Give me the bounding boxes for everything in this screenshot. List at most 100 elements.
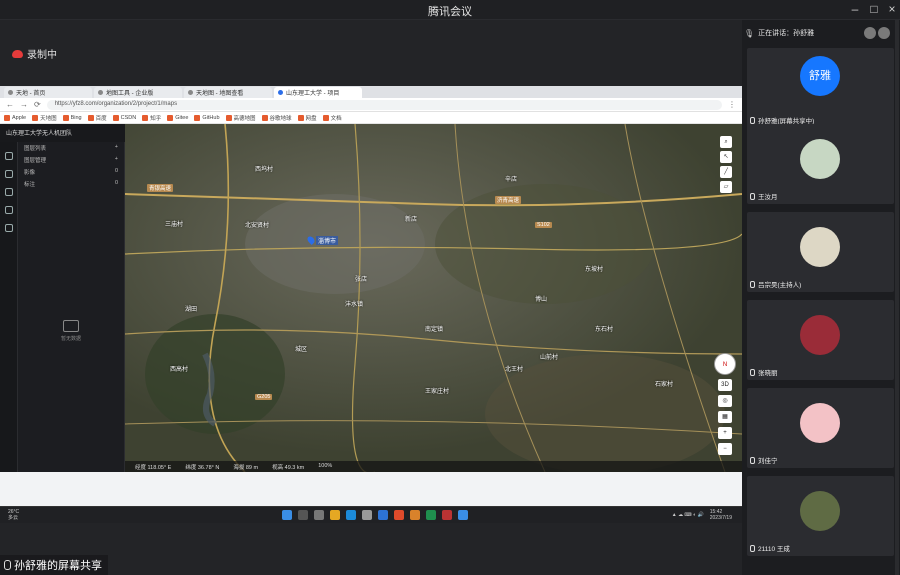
tab-favicon-icon <box>278 90 283 95</box>
bookmark-item[interactable]: Bing <box>62 114 82 121</box>
add-layer-button[interactable]: + <box>115 144 118 152</box>
search-icon[interactable] <box>298 510 308 520</box>
layers-icon[interactable] <box>4 152 13 160</box>
bookmark-item[interactable]: Gitee <box>167 114 188 121</box>
bookmark-item[interactable]: 谷歌地球 <box>261 114 292 122</box>
mic-icon <box>750 456 755 464</box>
place-label: 石家村 <box>655 382 674 388</box>
panel-row[interactable]: 标注 0 <box>18 178 124 190</box>
maximize-icon[interactable]: □ <box>866 2 882 16</box>
weather-widget[interactable]: 26°C 多云 <box>8 509 19 521</box>
clock[interactable]: 15:42 2023/7/19 <box>710 509 732 521</box>
bookmark-item[interactable]: GitHub <box>194 114 220 121</box>
browser-tab-active[interactable]: 山东理工大学 - 项目 <box>274 87 362 98</box>
tab-favicon-icon <box>8 90 13 95</box>
edge-icon[interactable] <box>346 510 356 520</box>
bookmark-item[interactable]: 天地图 <box>32 114 57 122</box>
place-label: 湖田 <box>185 307 198 313</box>
panel-title: 图层列表 <box>24 146 47 152</box>
panel-controls <box>864 27 890 39</box>
browser-tab[interactable]: 天地图 - 地图查看 <box>184 87 272 98</box>
participant-tile[interactable]: 舒雅 孙舒雅(屏幕共享中) <box>747 48 894 128</box>
place-label: 城区 <box>295 347 308 353</box>
compass-icon[interactable]: N <box>714 353 736 375</box>
windows-taskbar: 26°C 多云 ▲ ☁ ⌨ ◐ 🔊 15:42 2023/7/19 <box>0 506 742 523</box>
route-icon[interactable] <box>4 224 13 232</box>
3d-button[interactable]: 3D <box>718 379 732 391</box>
polygon-icon[interactable]: ▱ <box>720 181 732 193</box>
zoom-out-button[interactable]: − <box>718 443 732 455</box>
forward-icon[interactable]: → <box>20 100 28 109</box>
avatar <box>800 139 840 179</box>
browser-tab[interactable]: 天地 - 首页 <box>4 87 92 98</box>
participant-tile[interactable]: 吕宗昊(主持人) <box>747 212 894 292</box>
bookmark-item[interactable]: 文档 <box>322 114 342 122</box>
app-icon[interactable] <box>442 510 452 520</box>
tab-label: 地图工具 - 企业版 <box>106 91 154 97</box>
panel-row[interactable]: 影像 0 <box>18 166 124 178</box>
tray-icons[interactable]: ▲ ☁ ⌨ ◐ 🔊 <box>672 512 704 518</box>
collapse-icon[interactable] <box>864 27 876 39</box>
satellite-map[interactable]: 青银高速 济青高速 G205 S102 西坞村 北安贤村 三庙村 张店 新店 博… <box>125 124 742 472</box>
doc-icon[interactable] <box>4 206 13 214</box>
start-icon[interactable] <box>282 510 292 520</box>
mic-icon <box>750 192 755 200</box>
excel-icon[interactable] <box>426 510 436 520</box>
share-header: 录制中 <box>0 20 742 88</box>
folder-icon[interactable] <box>330 510 340 520</box>
line-icon[interactable]: ╱ <box>720 166 732 178</box>
bookmark-item[interactable]: Apple <box>4 114 26 121</box>
bookmark-item[interactable]: 高德地图 <box>225 114 256 122</box>
recording-badge[interactable]: 录制中 <box>12 46 57 61</box>
bookmark-item[interactable]: 百度 <box>87 114 107 122</box>
reload-icon[interactable]: ⟳ <box>34 100 41 109</box>
place-label: 张店 <box>355 277 368 283</box>
map-imagery <box>125 124 742 472</box>
participant-name: 吕宗昊(主持人) <box>750 279 801 289</box>
bookmark-item[interactable]: CSDN <box>112 114 136 121</box>
participant-tile[interactable]: 王汝月 <box>747 124 894 204</box>
taskbar-icons <box>282 510 468 520</box>
road-label: G205 <box>255 394 273 400</box>
ppt-icon[interactable] <box>410 510 420 520</box>
browser-tab[interactable]: 地图工具 - 企业版 <box>94 87 182 98</box>
back-icon[interactable]: ← <box>6 100 14 109</box>
layer-toggle-icon[interactable]: ▦ <box>718 411 732 423</box>
meeting-icon[interactable] <box>458 510 468 520</box>
search-icon[interactable]: ⌕ <box>720 136 732 148</box>
close-icon[interactable]: × <box>884 2 900 16</box>
app-icon[interactable] <box>378 510 388 520</box>
place-label: 山前村 <box>540 355 559 361</box>
participant-tile[interactable]: 21110 王成 <box>747 476 894 556</box>
bookmark-item[interactable]: 知乎 <box>142 114 161 122</box>
grid-icon[interactable] <box>878 27 890 39</box>
taskview-icon[interactable] <box>314 510 324 520</box>
screen-share-area: 录制中 天地 - 首页 地图工具 - 企业版 天地图 - 地图查看 山东理工大学… <box>0 20 742 575</box>
home-icon[interactable] <box>4 170 13 178</box>
panel-row[interactable]: 图层管理 + <box>18 154 124 166</box>
status-lon: 经度 118.05° E <box>135 465 172 471</box>
address-bar: ← → ⟳ https://yfz8.com/organization/2/pr… <box>0 98 742 112</box>
participant-tile[interactable]: 刘佳宁 <box>747 388 894 468</box>
empty-text: 暂无数据 <box>60 336 81 342</box>
participant-tile[interactable]: 张晓丽 <box>747 300 894 380</box>
map-status-bar: 经度 118.05° E 纬度 36.78° N 海拔 89 m 视高 49.3… <box>125 461 742 472</box>
place-label: 沣水镇 <box>345 302 364 308</box>
pointer-icon[interactable]: ↖ <box>720 151 732 163</box>
minimize-icon[interactable]: – <box>847 2 863 16</box>
zoom-in-button[interactable]: + <box>718 427 732 439</box>
settings-icon[interactable] <box>4 188 13 196</box>
window-titlebar: 腾讯会议 – □ × <box>0 0 900 20</box>
system-tray: ▲ ☁ ⌨ ◐ 🔊 15:42 2023/7/19 <box>672 509 732 521</box>
place-label: 博山 <box>535 297 548 303</box>
menu-icon[interactable]: ⋮ <box>728 100 736 109</box>
url-field[interactable]: https://yfz8.com/organization/2/project/… <box>46 99 722 110</box>
chrome-icon[interactable] <box>394 510 404 520</box>
store-icon[interactable] <box>362 510 372 520</box>
mic-icon <box>750 116 755 124</box>
bookmark-item[interactable]: 网盘 <box>297 114 317 122</box>
status-lat: 纬度 36.78° N <box>185 465 220 471</box>
locate-icon[interactable]: ◎ <box>718 395 732 407</box>
panel-scrollbar[interactable] <box>895 20 899 575</box>
avatar <box>800 403 840 443</box>
